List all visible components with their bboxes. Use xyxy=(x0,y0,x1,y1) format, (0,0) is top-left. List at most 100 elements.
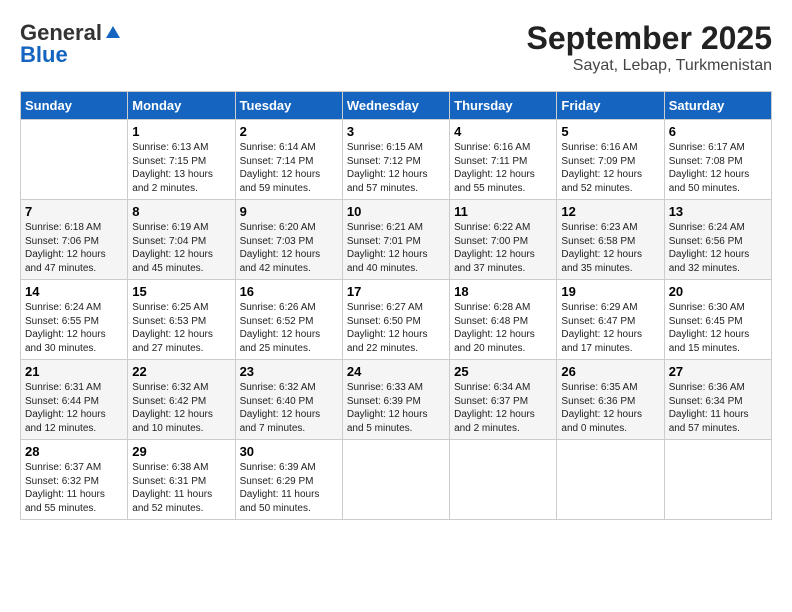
day-number: 18 xyxy=(454,284,552,299)
calendar-cell: 6 Sunrise: 6:17 AMSunset: 7:08 PMDaylight… xyxy=(664,120,771,200)
day-info: Sunrise: 6:39 AMSunset: 6:29 PMDaylight:… xyxy=(240,461,338,515)
day-number: 12 xyxy=(561,204,659,219)
weekday-header-tuesday: Tuesday xyxy=(235,92,342,120)
day-number: 7 xyxy=(25,204,123,219)
day-info: Sunrise: 6:24 AMSunset: 6:55 PMDaylight:… xyxy=(25,301,123,355)
calendar-cell xyxy=(342,440,449,520)
day-number: 11 xyxy=(454,204,552,219)
day-number: 26 xyxy=(561,364,659,379)
calendar-cell: 13 Sunrise: 6:24 AMSunset: 6:56 PMDayligh… xyxy=(664,200,771,280)
day-number: 29 xyxy=(132,444,230,459)
day-info: Sunrise: 6:34 AMSunset: 6:37 PMDaylight:… xyxy=(454,381,552,435)
calendar-cell: 20 Sunrise: 6:30 AMSunset: 6:45 PMDayligh… xyxy=(664,280,771,360)
weekday-header-friday: Friday xyxy=(557,92,664,120)
day-number: 13 xyxy=(669,204,767,219)
page-header: General Blue September 2025 Sayat, Lebap… xyxy=(20,20,772,75)
calendar-cell: 17 Sunrise: 6:27 AMSunset: 6:50 PMDayligh… xyxy=(342,280,449,360)
calendar-cell: 12 Sunrise: 6:23 AMSunset: 6:58 PMDayligh… xyxy=(557,200,664,280)
logo-blue: Blue xyxy=(20,42,68,68)
calendar-cell: 24 Sunrise: 6:33 AMSunset: 6:39 PMDayligh… xyxy=(342,360,449,440)
calendar-cell: 11 Sunrise: 6:22 AMSunset: 7:00 PMDayligh… xyxy=(450,200,557,280)
day-info: Sunrise: 6:29 AMSunset: 6:47 PMDaylight:… xyxy=(561,301,659,355)
calendar-cell: 29 Sunrise: 6:38 AMSunset: 6:31 PMDayligh… xyxy=(128,440,235,520)
day-info: Sunrise: 6:15 AMSunset: 7:12 PMDaylight:… xyxy=(347,141,445,195)
day-info: Sunrise: 6:35 AMSunset: 6:36 PMDaylight:… xyxy=(561,381,659,435)
day-number: 23 xyxy=(240,364,338,379)
day-info: Sunrise: 6:30 AMSunset: 6:45 PMDaylight:… xyxy=(669,301,767,355)
month-title: September 2025 xyxy=(527,20,772,57)
day-number: 5 xyxy=(561,124,659,139)
day-info: Sunrise: 6:32 AMSunset: 6:40 PMDaylight:… xyxy=(240,381,338,435)
day-number: 27 xyxy=(669,364,767,379)
day-number: 9 xyxy=(240,204,338,219)
calendar-week-row: 14Sunrise: 6:24 AMSunset: 6:55 PMDayligh… xyxy=(21,280,772,360)
calendar-cell xyxy=(557,440,664,520)
calendar-cell: 19 Sunrise: 6:29 AMSunset: 6:47 PMDayligh… xyxy=(557,280,664,360)
day-info: Sunrise: 6:24 AMSunset: 6:56 PMDaylight:… xyxy=(669,221,767,275)
day-info: Sunrise: 6:22 AMSunset: 7:00 PMDaylight:… xyxy=(454,221,552,275)
day-info: Sunrise: 6:16 AMSunset: 7:09 PMDaylight:… xyxy=(561,141,659,195)
calendar-cell: 4Sunrise: 6:16 AMSunset: 7:11 PMDaylight… xyxy=(450,120,557,200)
calendar-cell: 8 Sunrise: 6:19 AMSunset: 7:04 PMDaylight… xyxy=(128,200,235,280)
calendar-cell: 5 Sunrise: 6:16 AMSunset: 7:09 PMDaylight… xyxy=(557,120,664,200)
day-info: Sunrise: 6:21 AMSunset: 7:01 PMDaylight:… xyxy=(347,221,445,275)
day-info: Sunrise: 6:18 AMSunset: 7:06 PMDaylight:… xyxy=(25,221,123,275)
day-number: 21 xyxy=(25,364,123,379)
calendar-week-row: 1Sunrise: 6:13 AMSunset: 7:15 PMDaylight… xyxy=(21,120,772,200)
day-info: Sunrise: 6:25 AMSunset: 6:53 PMDaylight:… xyxy=(132,301,230,355)
day-number: 17 xyxy=(347,284,445,299)
day-number: 19 xyxy=(561,284,659,299)
day-number: 15 xyxy=(132,284,230,299)
title-area: September 2025 Sayat, Lebap, Turkmenista… xyxy=(527,20,772,75)
day-number: 4 xyxy=(454,124,552,139)
calendar-cell: 30 Sunrise: 6:39 AMSunset: 6:29 PMDayligh… xyxy=(235,440,342,520)
day-number: 3 xyxy=(347,124,445,139)
calendar-cell: 18Sunrise: 6:28 AMSunset: 6:48 PMDayligh… xyxy=(450,280,557,360)
day-number: 1 xyxy=(132,124,230,139)
calendar-table: SundayMondayTuesdayWednesdayThursdayFrid… xyxy=(20,91,772,520)
logo-icon xyxy=(104,24,122,42)
day-number: 6 xyxy=(669,124,767,139)
weekday-header-sunday: Sunday xyxy=(21,92,128,120)
day-info: Sunrise: 6:38 AMSunset: 6:31 PMDaylight:… xyxy=(132,461,230,515)
calendar-cell: 22Sunrise: 6:32 AMSunset: 6:42 PMDayligh… xyxy=(128,360,235,440)
location-title: Sayat, Lebap, Turkmenistan xyxy=(527,57,772,75)
day-number: 20 xyxy=(669,284,767,299)
day-number: 8 xyxy=(132,204,230,219)
calendar-cell: 10Sunrise: 6:21 AMSunset: 7:01 PMDayligh… xyxy=(342,200,449,280)
calendar-cell: 1Sunrise: 6:13 AMSunset: 7:15 PMDaylight… xyxy=(128,120,235,200)
day-info: Sunrise: 6:33 AMSunset: 6:39 PMDaylight:… xyxy=(347,381,445,435)
weekday-header-saturday: Saturday xyxy=(664,92,771,120)
calendar-week-row: 28 Sunrise: 6:37 AMSunset: 6:32 PMDayligh… xyxy=(21,440,772,520)
calendar-cell: 16 Sunrise: 6:26 AMSunset: 6:52 PMDayligh… xyxy=(235,280,342,360)
calendar-cell: 3 Sunrise: 6:15 AMSunset: 7:12 PMDaylight… xyxy=(342,120,449,200)
day-number: 22 xyxy=(132,364,230,379)
day-number: 16 xyxy=(240,284,338,299)
weekday-header-thursday: Thursday xyxy=(450,92,557,120)
calendar-cell: 7 Sunrise: 6:18 AMSunset: 7:06 PMDaylight… xyxy=(21,200,128,280)
day-info: Sunrise: 6:31 AMSunset: 6:44 PMDaylight:… xyxy=(25,381,123,435)
day-number: 28 xyxy=(25,444,123,459)
calendar-cell xyxy=(664,440,771,520)
calendar-cell: 15 Sunrise: 6:25 AMSunset: 6:53 PMDayligh… xyxy=(128,280,235,360)
calendar-cell: 14Sunrise: 6:24 AMSunset: 6:55 PMDayligh… xyxy=(21,280,128,360)
logo: General Blue xyxy=(20,20,124,68)
calendar-cell: 28 Sunrise: 6:37 AMSunset: 6:32 PMDayligh… xyxy=(21,440,128,520)
calendar-week-row: 21 Sunrise: 6:31 AMSunset: 6:44 PMDayligh… xyxy=(21,360,772,440)
day-info: Sunrise: 6:27 AMSunset: 6:50 PMDaylight:… xyxy=(347,301,445,355)
day-number: 2 xyxy=(240,124,338,139)
calendar-cell: 9Sunrise: 6:20 AMSunset: 7:03 PMDaylight… xyxy=(235,200,342,280)
day-info: Sunrise: 6:17 AMSunset: 7:08 PMDaylight:… xyxy=(669,141,767,195)
calendar-cell: 27Sunrise: 6:36 AMSunset: 6:34 PMDayligh… xyxy=(664,360,771,440)
calendar-cell: 25Sunrise: 6:34 AMSunset: 6:37 PMDayligh… xyxy=(450,360,557,440)
weekday-header-row: SundayMondayTuesdayWednesdayThursdayFrid… xyxy=(21,92,772,120)
day-number: 30 xyxy=(240,444,338,459)
day-info: Sunrise: 6:19 AMSunset: 7:04 PMDaylight:… xyxy=(132,221,230,275)
day-number: 24 xyxy=(347,364,445,379)
calendar-cell xyxy=(450,440,557,520)
day-info: Sunrise: 6:37 AMSunset: 6:32 PMDaylight:… xyxy=(25,461,123,515)
calendar-cell: 21 Sunrise: 6:31 AMSunset: 6:44 PMDayligh… xyxy=(21,360,128,440)
calendar-week-row: 7 Sunrise: 6:18 AMSunset: 7:06 PMDaylight… xyxy=(21,200,772,280)
day-info: Sunrise: 6:26 AMSunset: 6:52 PMDaylight:… xyxy=(240,301,338,355)
day-info: Sunrise: 6:23 AMSunset: 6:58 PMDaylight:… xyxy=(561,221,659,275)
